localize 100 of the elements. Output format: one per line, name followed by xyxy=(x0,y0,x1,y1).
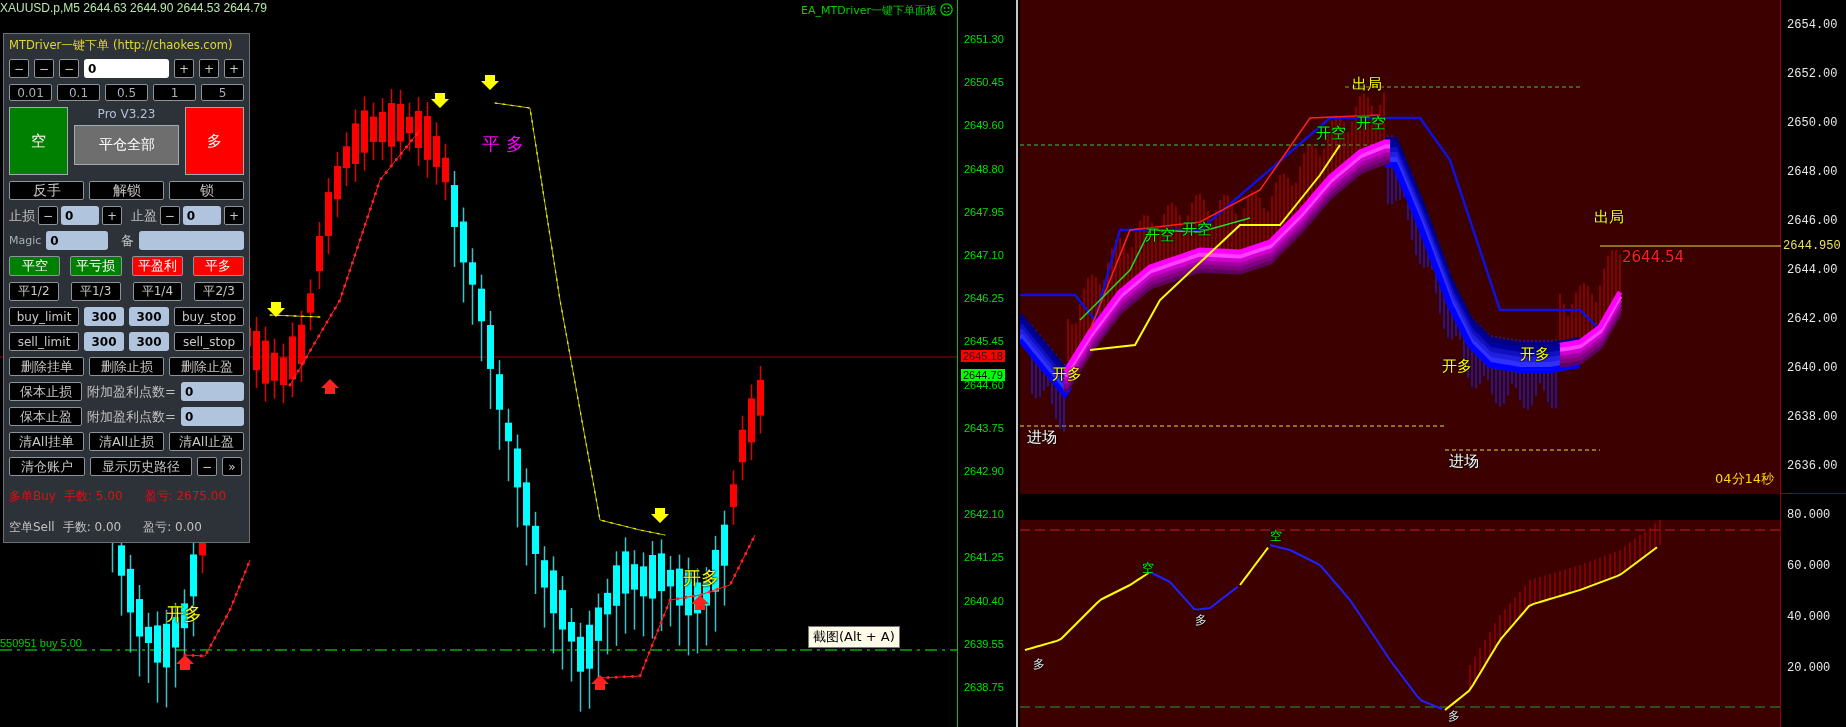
axis-label: 2642.10 xyxy=(964,508,1004,521)
plus-button[interactable]: + xyxy=(102,206,123,225)
up-arrow-icon xyxy=(691,595,709,610)
chart-label: 进场 xyxy=(1027,428,1057,447)
axis-label: 2638.00 xyxy=(1787,410,1838,424)
chart-label: 多 xyxy=(1195,612,1207,629)
sell-button[interactable]: 空 xyxy=(9,107,68,175)
close-button[interactable]: 平多 xyxy=(192,256,244,276)
smiley-icon xyxy=(940,3,953,16)
axis-label: 2638.75 xyxy=(964,681,1004,693)
points-field[interactable]: 0 xyxy=(180,382,244,401)
axis-label: 2654.00 xyxy=(1787,18,1838,32)
field-label: 附加盈利点数= xyxy=(87,407,176,426)
field-label: 止盈 xyxy=(130,206,157,225)
position-side: 多单Buy xyxy=(9,488,56,505)
lot-preset-button[interactable]: 1 xyxy=(153,84,196,101)
breakeven-button[interactable]: 保本止盈 xyxy=(9,407,82,426)
partial-close-button[interactable]: 平1/4 xyxy=(132,282,183,301)
chart-label: 2644.54 xyxy=(1622,248,1685,266)
axis-label: 2650.45 xyxy=(964,76,1004,89)
axis-label: 2644.00 xyxy=(1787,263,1838,277)
close-button[interactable]: 平空 xyxy=(9,256,61,276)
expand-button[interactable]: » xyxy=(222,457,242,476)
delete-button[interactable]: 删除止损 xyxy=(89,357,164,376)
partial-close-button[interactable]: 平1/2 xyxy=(9,282,59,301)
partial-close-button[interactable]: 平1/3 xyxy=(70,282,121,301)
points-field[interactable]: 0 xyxy=(180,407,244,426)
stop-loss-field[interactable]: 0 xyxy=(61,206,100,225)
position-side: 空单Sell xyxy=(9,519,55,536)
position-profit: 盈亏: 2675.00 xyxy=(144,488,226,505)
chart-label: 空 xyxy=(1142,560,1154,577)
chart-label: 开空 xyxy=(1316,124,1346,143)
clear-button[interactable]: 清All止损 xyxy=(89,432,164,451)
axis-label: 40.000 xyxy=(1787,610,1831,624)
minus-button[interactable]: − xyxy=(34,59,54,78)
field-label: 附加盈利点数= xyxy=(87,382,176,401)
axis-label: 2648.80 xyxy=(964,162,1004,175)
pending-order-button[interactable]: buy_limit xyxy=(9,307,79,326)
note-field[interactable] xyxy=(139,231,244,250)
axis-label: 2641.25 xyxy=(964,551,1004,564)
plus-button[interactable]: + xyxy=(224,206,244,225)
lot-preset-button[interactable]: 5 xyxy=(201,84,244,101)
breakeven-button[interactable]: 保本止损 xyxy=(9,382,82,401)
minus-button[interactable]: − xyxy=(159,206,180,225)
lot-field[interactable]: 0 xyxy=(84,59,169,78)
axis-label: 2642.00 xyxy=(1787,312,1838,326)
axis-label: 2642.90 xyxy=(964,465,1004,477)
expert-label: EA_MTDriver一键下单面板 xyxy=(800,3,937,18)
symbol-quote: XAUUSD.p,M5 2644.63 2644.90 2644.53 2644.79 xyxy=(0,1,267,15)
minus-button[interactable]: − xyxy=(38,206,58,225)
plus-button[interactable]: + xyxy=(224,59,244,78)
pending-order-button[interactable]: buy_stop xyxy=(174,307,244,326)
close-button[interactable]: 平亏损 xyxy=(70,256,122,276)
take-profit-field[interactable]: 0 xyxy=(182,206,221,225)
plus-button[interactable]: + xyxy=(199,59,219,78)
clear-button[interactable]: 清All挂单 xyxy=(9,432,84,451)
history-button[interactable]: 显示历史路径 xyxy=(90,457,192,476)
axis-label: 60.000 xyxy=(1787,559,1831,573)
axis-label: 2647.95 xyxy=(964,205,1004,218)
clear-button[interactable]: 清All止盈 xyxy=(169,432,244,451)
down-arrow-icon xyxy=(651,508,669,523)
position-lots: 手数: 0.00 xyxy=(62,519,122,536)
down-arrow-icon xyxy=(267,302,285,317)
close-account-button[interactable]: 清仓账户 xyxy=(9,457,85,476)
lot-preset-button[interactable]: 0.5 xyxy=(105,84,148,101)
axis-label: 2650.00 xyxy=(1787,116,1838,130)
chart-label: 进场 xyxy=(1449,452,1479,471)
points-field[interactable]: 300 xyxy=(129,332,169,351)
action-button[interactable]: 锁 xyxy=(169,181,244,200)
action-button[interactable]: 反手 xyxy=(9,181,84,200)
close-all-button[interactable]: 平仓全部 xyxy=(74,125,179,165)
pending-order-button[interactable]: sell_stop xyxy=(174,332,244,351)
axis-label: 2639.55 xyxy=(964,637,1004,650)
delete-button[interactable]: 删除挂单 xyxy=(9,357,84,376)
minus-button[interactable]: − xyxy=(59,59,79,78)
magic-field[interactable]: 0 xyxy=(46,231,109,250)
minus-button[interactable]: − xyxy=(9,59,29,78)
close-button[interactable]: 平盈利 xyxy=(131,256,183,276)
axis-label: 2647.10 xyxy=(964,249,1004,261)
lot-preset-button[interactable]: 0.01 xyxy=(9,84,52,101)
delete-button[interactable]: 删除止盈 xyxy=(169,357,244,376)
points-field[interactable]: 300 xyxy=(84,332,124,351)
field-label: 止损 xyxy=(9,206,35,225)
axis-label: 2643.75 xyxy=(964,421,1004,434)
minimize-button[interactable]: − xyxy=(197,457,217,476)
buy-button[interactable]: 多 xyxy=(185,107,244,175)
up-arrow-icon xyxy=(321,379,339,394)
axis-label: 20.000 xyxy=(1787,661,1831,675)
points-field[interactable]: 300 xyxy=(129,307,169,326)
plus-button[interactable]: + xyxy=(174,59,194,78)
axis-label: 2636.00 xyxy=(1787,459,1838,473)
partial-close-button[interactable]: 平2/3 xyxy=(194,282,244,301)
axis-label: 2648.00 xyxy=(1787,165,1838,179)
chart-label: 开多 xyxy=(1442,357,1472,376)
pending-order-button[interactable]: sell_limit xyxy=(9,332,79,351)
axis-label: 2651.30 xyxy=(964,33,1004,45)
points-field[interactable]: 300 xyxy=(84,307,124,326)
axis-label: 2649.60 xyxy=(964,119,1004,132)
lot-preset-button[interactable]: 0.1 xyxy=(57,84,100,101)
action-button[interactable]: 解锁 xyxy=(89,181,164,200)
